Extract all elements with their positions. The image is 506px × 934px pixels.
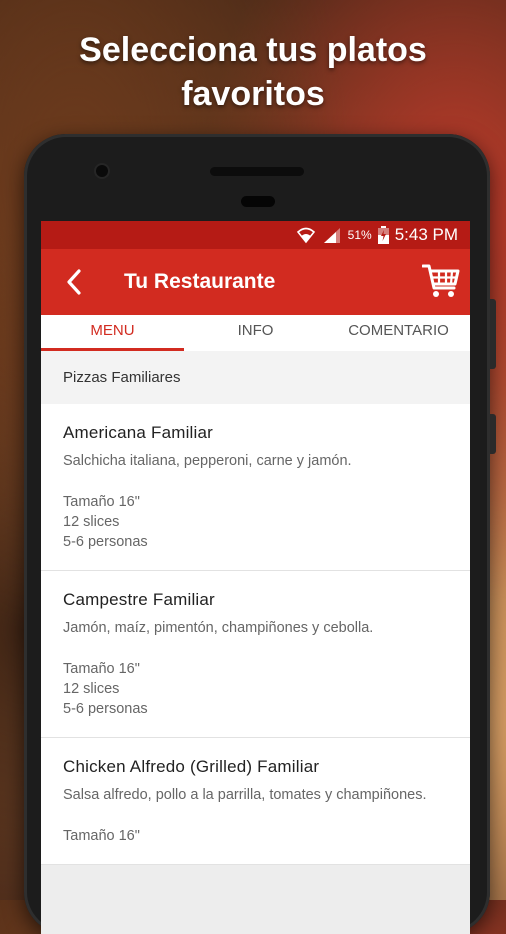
item-details: Tamaño 16" 12 slices 5-6 personas	[63, 659, 448, 719]
signal-icon	[323, 228, 340, 243]
earpiece-speaker	[210, 167, 304, 176]
page-title: Tu Restaurante	[124, 270, 276, 293]
battery-icon	[377, 226, 389, 244]
item-slices: 12 slices	[63, 514, 120, 530]
tab-info[interactable]: INFO	[184, 315, 327, 351]
item-size: Tamaño 16"	[63, 661, 140, 677]
item-people: 5-6 personas	[63, 701, 148, 717]
tab-menu[interactable]: MENU	[41, 315, 184, 351]
tab-bar: MENU INFO COMENTARIO	[41, 315, 470, 351]
app-bar: Tu Restaurante	[41, 249, 470, 315]
promo-headline-line2: favoritos	[181, 75, 325, 113]
item-name: Campestre Familiar	[63, 590, 215, 609]
item-name: Americana Familiar	[63, 423, 214, 442]
back-arrow-icon	[67, 269, 81, 295]
wifi-icon	[296, 227, 315, 244]
active-tab-indicator	[41, 348, 184, 351]
back-button[interactable]	[63, 267, 87, 297]
promo-headline: Selecciona tus platos favoritos	[0, 28, 506, 116]
item-details: Tamaño 16"	[63, 826, 448, 846]
shopping-cart-icon	[421, 264, 460, 297]
tab-comentario[interactable]: COMENTARIO	[327, 315, 470, 351]
front-camera	[96, 165, 108, 177]
item-people: 5-6 personas	[63, 534, 148, 550]
power-button	[490, 414, 496, 454]
clock-time: 5:43 PM	[394, 225, 458, 244]
proximity-sensor	[241, 196, 275, 207]
menu-item[interactable]: Campestre Familiar Jamón, maíz, pimentón…	[41, 571, 470, 738]
cart-button[interactable]	[421, 263, 460, 299]
menu-item[interactable]: Americana Familiar Salchicha italiana, p…	[41, 404, 470, 571]
item-description: Salchicha italiana, pepperoni, carne y j…	[63, 453, 352, 469]
menu-item[interactable]: Chicken Alfredo (Grilled) Familiar Salsa…	[41, 738, 470, 865]
phone-frame: 51% 5:43 PM Tu Restaurante MENU INFO COM…	[24, 134, 496, 934]
volume-button	[490, 299, 496, 369]
status-bar: 51% 5:43 PM	[41, 221, 470, 249]
item-details: Tamaño 16" 12 slices 5-6 personas	[63, 492, 448, 552]
section-header: Pizzas Familiares	[41, 351, 470, 404]
item-description: Salsa alfredo, pollo a la parrilla, toma…	[63, 787, 427, 803]
promo-headline-line1: Selecciona tus platos	[79, 31, 427, 69]
item-name: Chicken Alfredo (Grilled) Familiar	[63, 757, 320, 776]
item-description: Jamón, maíz, pimentón, champiñones y ceb…	[63, 620, 374, 636]
battery-percent: 51%	[347, 228, 372, 242]
item-size: Tamaño 16"	[63, 494, 140, 510]
item-size: Tamaño 16"	[63, 828, 140, 844]
phone-screen: 51% 5:43 PM Tu Restaurante MENU INFO COM…	[41, 221, 470, 934]
item-slices: 12 slices	[63, 681, 120, 697]
